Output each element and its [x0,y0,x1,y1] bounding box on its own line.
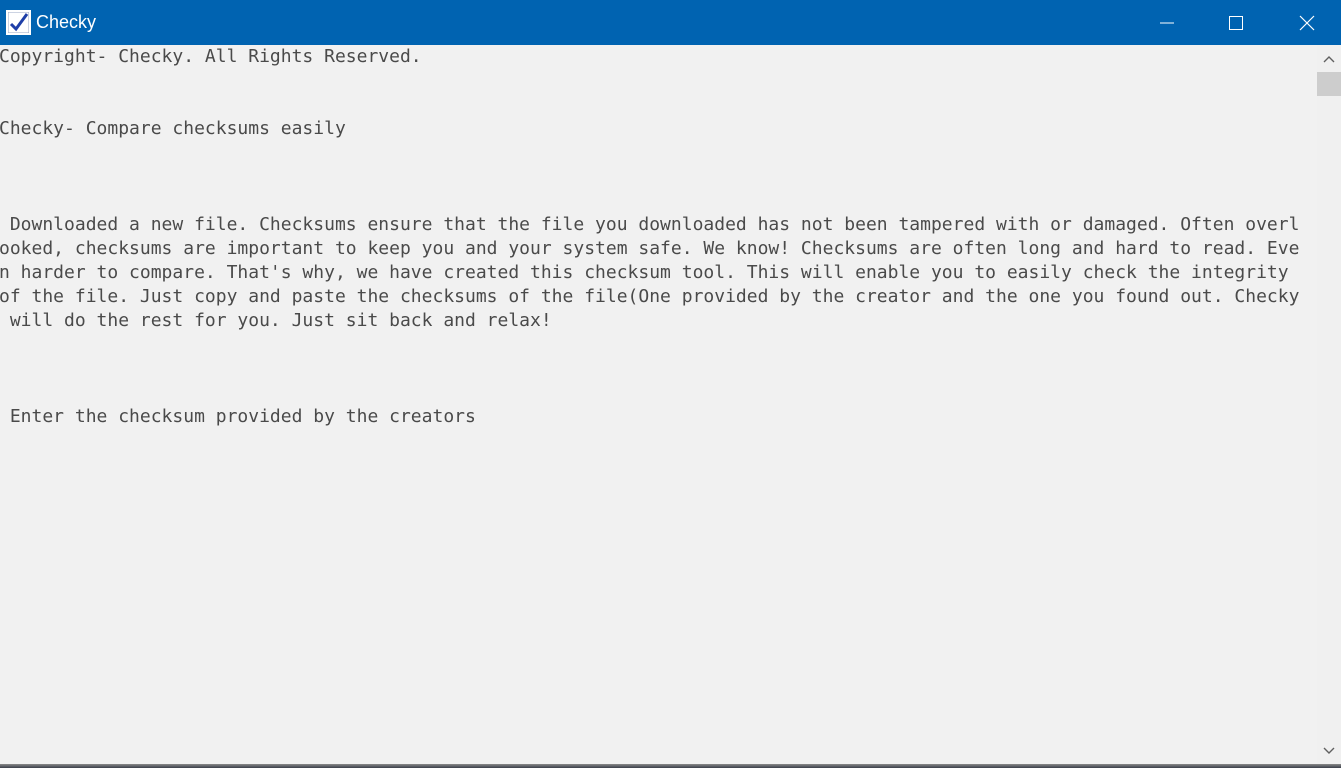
scroll-up-button[interactable] [1317,47,1341,71]
description-line: n harder to compare. That's why, we have… [0,262,1300,283]
content-area: Copyright- Checky. All Rights Reserved. … [0,45,1317,764]
minimize-button[interactable] [1132,0,1201,45]
description-line: Downloaded a new file. Checksums ensure … [0,214,1300,235]
description-line: of the file. Just copy and paste the che… [0,286,1300,307]
checksum-prompt-label: Enter the checksum provided by the creat… [0,406,476,427]
close-button[interactable] [1272,0,1341,45]
description-paragraph: Downloaded a new file. Checksums ensure … [0,213,1299,333]
copyright-text: Copyright- Checky. All Rights Reserved. [0,46,422,67]
close-icon [1299,15,1314,30]
scroll-down-button[interactable] [1317,739,1341,763]
scroll-thumb[interactable] [1317,72,1341,96]
minimize-icon [1159,22,1174,23]
tagline-text: Checky- Compare checksums easily [0,118,346,139]
app-window: Checky Copyright- Checky. All Rights Res… [0,0,1341,768]
window-title: Checky [36,12,97,32]
chevron-down-icon [1323,747,1335,754]
vertical-scrollbar[interactable] [1317,45,1341,764]
title-bar[interactable]: Checky [0,0,1341,45]
checkbox-app-icon [6,10,31,35]
description-line: ooked, checksums are important to keep y… [0,238,1300,259]
maximize-icon [1228,15,1243,30]
chevron-up-icon [1323,56,1335,63]
maximize-button[interactable] [1201,0,1270,45]
description-line: will do the rest for you. Just sit back … [0,310,552,331]
window-bottom-edge [0,764,1341,768]
